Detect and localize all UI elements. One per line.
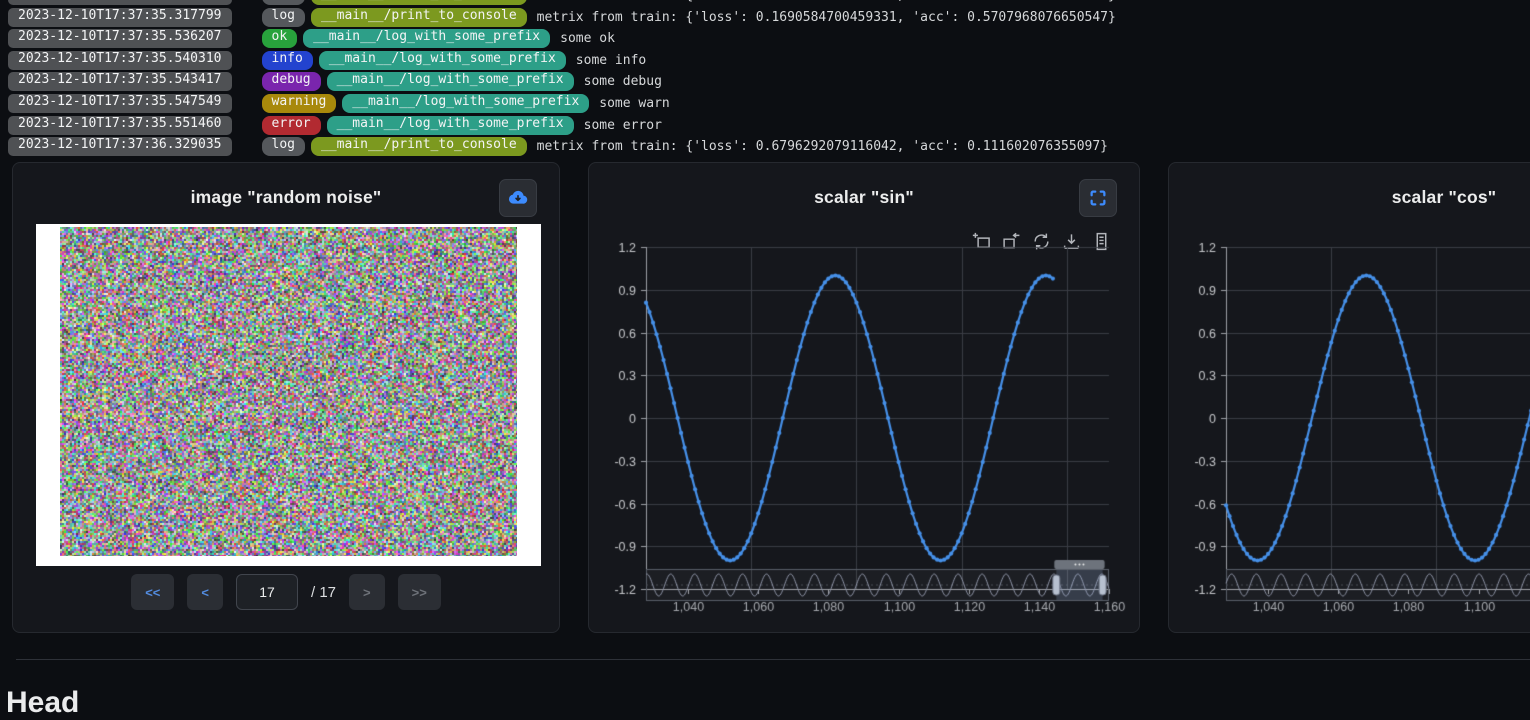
- pagination: << < / 17 > >>: [13, 574, 559, 610]
- download-button[interactable]: [499, 179, 537, 217]
- prefix-badge: __main__/print_to_console: [311, 137, 527, 156]
- log-message: metrix from train: {'loss': 0.6796292079…: [537, 137, 1108, 156]
- timestamp-badge: 2023-12-10T17:37:35.317799: [8, 8, 232, 27]
- card-title: image "random noise": [13, 187, 559, 208]
- page-last-button[interactable]: >>: [398, 574, 441, 610]
- level-badge: info: [262, 51, 313, 70]
- level-badge: log: [262, 8, 305, 27]
- card-title: scalar "cos": [1169, 187, 1530, 208]
- cloud-download-icon: [507, 187, 529, 209]
- page-next-button[interactable]: >: [349, 574, 385, 610]
- prefix-badge: __main__/log_with_some_prefix: [327, 72, 574, 91]
- level-badge: log: [262, 0, 305, 5]
- prefix-badge: __main__/log_with_some_prefix: [303, 29, 550, 48]
- level-badge: warning: [262, 94, 337, 113]
- sin-chart-plot[interactable]: [589, 219, 1139, 629]
- noise-image: [60, 227, 517, 556]
- image-card: image "random noise" << < / 17 > >>: [12, 162, 560, 633]
- log-message: some debug: [584, 72, 662, 91]
- log-row: 2023-12-10T17:37:35.317799 log __main__/pr…: [8, 8, 1528, 27]
- level-badge: error: [262, 116, 321, 135]
- card-title: scalar "sin": [589, 187, 1139, 208]
- noise-image-frame: [36, 224, 541, 566]
- log-message: metrix from train: {'loss': 0.1690584700…: [537, 0, 1116, 5]
- page-number-input[interactable]: [236, 574, 298, 610]
- log-row: 2023-12-10T17:37:35.543417 debug __main__/…: [8, 72, 1528, 91]
- cos-chart-card: scalar "cos": [1168, 162, 1530, 633]
- timestamp-badge: 2023-12-10T17:37:35.317799: [8, 0, 232, 5]
- log-row-clipped: 2023-12-10T17:37:35.317799 log __main__/pr…: [8, 0, 1528, 5]
- prefix-badge: __main__/log_with_some_prefix: [319, 51, 566, 70]
- expand-button[interactable]: [1079, 179, 1117, 217]
- log-row: 2023-12-10T17:37:35.551460 error __main__/…: [8, 116, 1528, 135]
- page-prev-button[interactable]: <: [187, 574, 223, 610]
- prefix-badge: __main__/log_with_some_prefix: [327, 116, 574, 135]
- prefix-badge: __main__/print_to_console: [311, 8, 527, 27]
- timestamp-badge: 2023-12-10T17:37:36.329035: [8, 137, 232, 156]
- log-row: 2023-12-10T17:37:35.540310 info __main__/l…: [8, 51, 1528, 70]
- timestamp-badge: 2023-12-10T17:37:35.547549: [8, 94, 232, 113]
- level-badge: ok: [262, 29, 298, 48]
- level-badge: log: [262, 137, 305, 156]
- page-total-label: / 17: [311, 584, 336, 601]
- log-row: 2023-12-10T17:37:35.536207 ok __main__/log…: [8, 29, 1528, 48]
- log-section: 2023-12-10T17:37:35.317799 log __main__/pr…: [8, 0, 1528, 159]
- section-divider: [16, 659, 1530, 660]
- log-row: 2023-12-10T17:37:36.329035 log __main__/pr…: [8, 137, 1528, 156]
- fullscreen-icon: [1088, 188, 1108, 208]
- level-badge: debug: [262, 72, 321, 91]
- bottom-heading: Head: [6, 686, 79, 720]
- log-message: some error: [584, 116, 662, 135]
- log-message: some ok: [560, 29, 615, 48]
- log-message: metrix from train: {'loss': 0.1690584700…: [537, 8, 1116, 27]
- timestamp-badge: 2023-12-10T17:37:35.540310: [8, 51, 232, 70]
- page-first-button[interactable]: <<: [131, 574, 174, 610]
- timestamp-badge: 2023-12-10T17:37:35.543417: [8, 72, 232, 91]
- log-message: some warn: [599, 94, 669, 113]
- log-message: some info: [576, 51, 646, 70]
- timestamp-badge: 2023-12-10T17:37:35.551460: [8, 116, 232, 135]
- timestamp-badge: 2023-12-10T17:37:35.536207: [8, 29, 232, 48]
- log-row: 2023-12-10T17:37:35.547549 warning __main_…: [8, 94, 1528, 113]
- prefix-badge: __main__/log_with_some_prefix: [342, 94, 589, 113]
- prefix-badge: __main__/print_to_console: [311, 0, 527, 5]
- sin-chart-card: scalar "sin": [588, 162, 1140, 633]
- cards-row: image "random noise" << < / 17 > >> scal…: [12, 162, 1530, 633]
- cos-chart-plot[interactable]: [1169, 219, 1530, 629]
